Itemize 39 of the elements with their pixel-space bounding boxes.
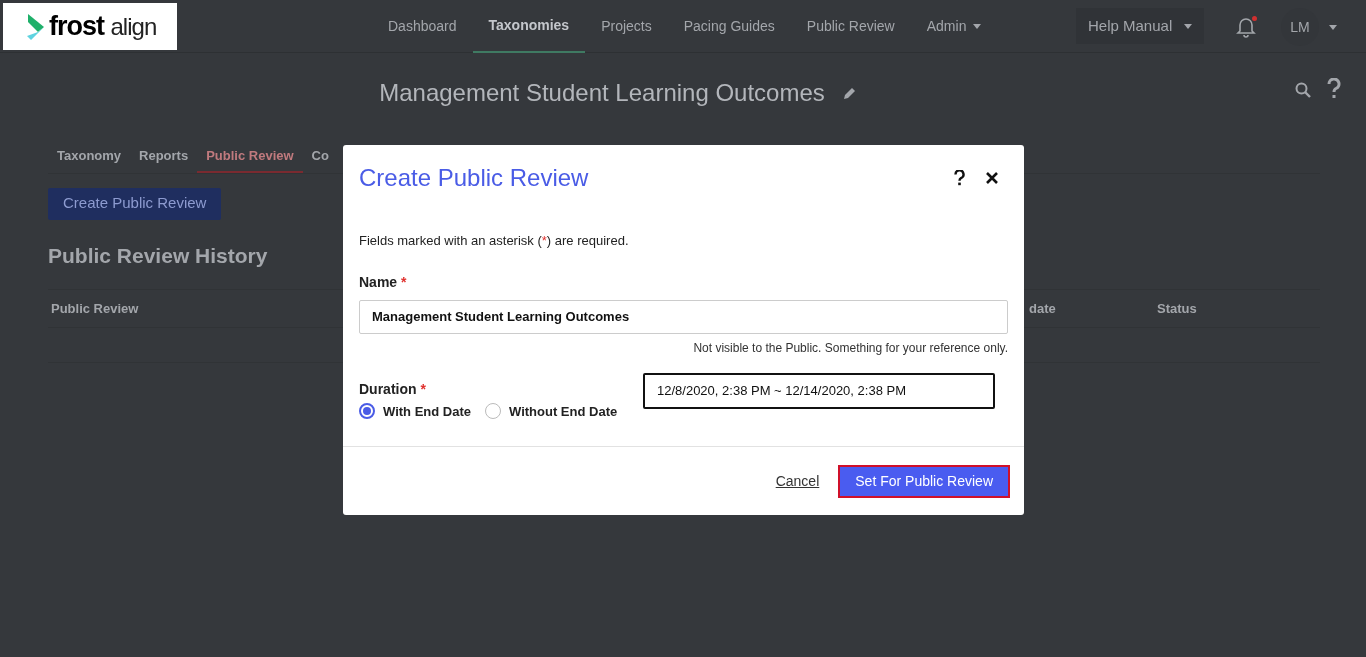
close-icon[interactable]: [986, 172, 998, 184]
nav-link[interactable]: Admin: [910, 0, 998, 53]
bell-icon[interactable]: [1236, 16, 1256, 38]
help-manual-menu[interactable]: Help Manual: [1076, 8, 1205, 44]
radio-option[interactable]: Without End Date: [485, 401, 618, 421]
tab[interactable]: Taxonomy: [48, 140, 131, 173]
logo[interactable]: frost align: [3, 3, 177, 50]
set-for-public-review-button[interactable]: Set For Public Review: [838, 464, 1010, 498]
caret-icon: [1184, 23, 1193, 29]
create-public-review-button[interactable]: Create Public Review: [48, 187, 222, 220]
column-header: Public Review: [51, 299, 139, 318]
field-hint: Not visible to the Public. Something for your reference only.: [692, 339, 1008, 357]
radio-option[interactable]: With End Date: [359, 401, 471, 421]
tab[interactable]: Public Review: [197, 140, 303, 173]
caret-icon: [1329, 24, 1337, 30]
column-header: date: [1029, 299, 1056, 318]
page-title: Management Student Learning Outcomes: [379, 78, 825, 108]
search-icon[interactable]: [1295, 82, 1311, 98]
field-label: Name *: [359, 272, 408, 292]
radio-button[interactable]: [359, 403, 375, 420]
tab[interactable]: Reports: [130, 140, 198, 173]
name-input-field[interactable]: Management Student Learning Outcomes: [359, 299, 1008, 334]
required-note: Fields marked with an asterisk (*) are required.: [359, 232, 630, 250]
tab[interactable]: Co: [302, 140, 338, 173]
column-header: Status: [1157, 299, 1197, 318]
nav-link[interactable]: Pacing Guides: [667, 0, 791, 53]
section-heading: Public Review History: [48, 242, 268, 269]
cancel-link[interactable]: Cancel: [775, 470, 820, 492]
dialog-title: Create Public Review: [359, 163, 590, 193]
date-range-input-field[interactable]: 12/8/2020, 2:38 PM ~ 12/14/2020, 2:38 PM: [643, 372, 995, 409]
nav-link[interactable]: Public Review: [790, 0, 911, 53]
nav-link[interactable]: Taxonomies: [472, 0, 586, 53]
pencil-icon[interactable]: [842, 86, 857, 100]
chevron-logo-icon: [25, 11, 47, 42]
nav-link[interactable]: Projects: [585, 0, 668, 53]
help-icon[interactable]: [954, 170, 965, 186]
field-label: Duration *: [359, 379, 427, 399]
logo-text: frost align: [49, 13, 157, 40]
nav-link[interactable]: Dashboard: [372, 0, 473, 53]
